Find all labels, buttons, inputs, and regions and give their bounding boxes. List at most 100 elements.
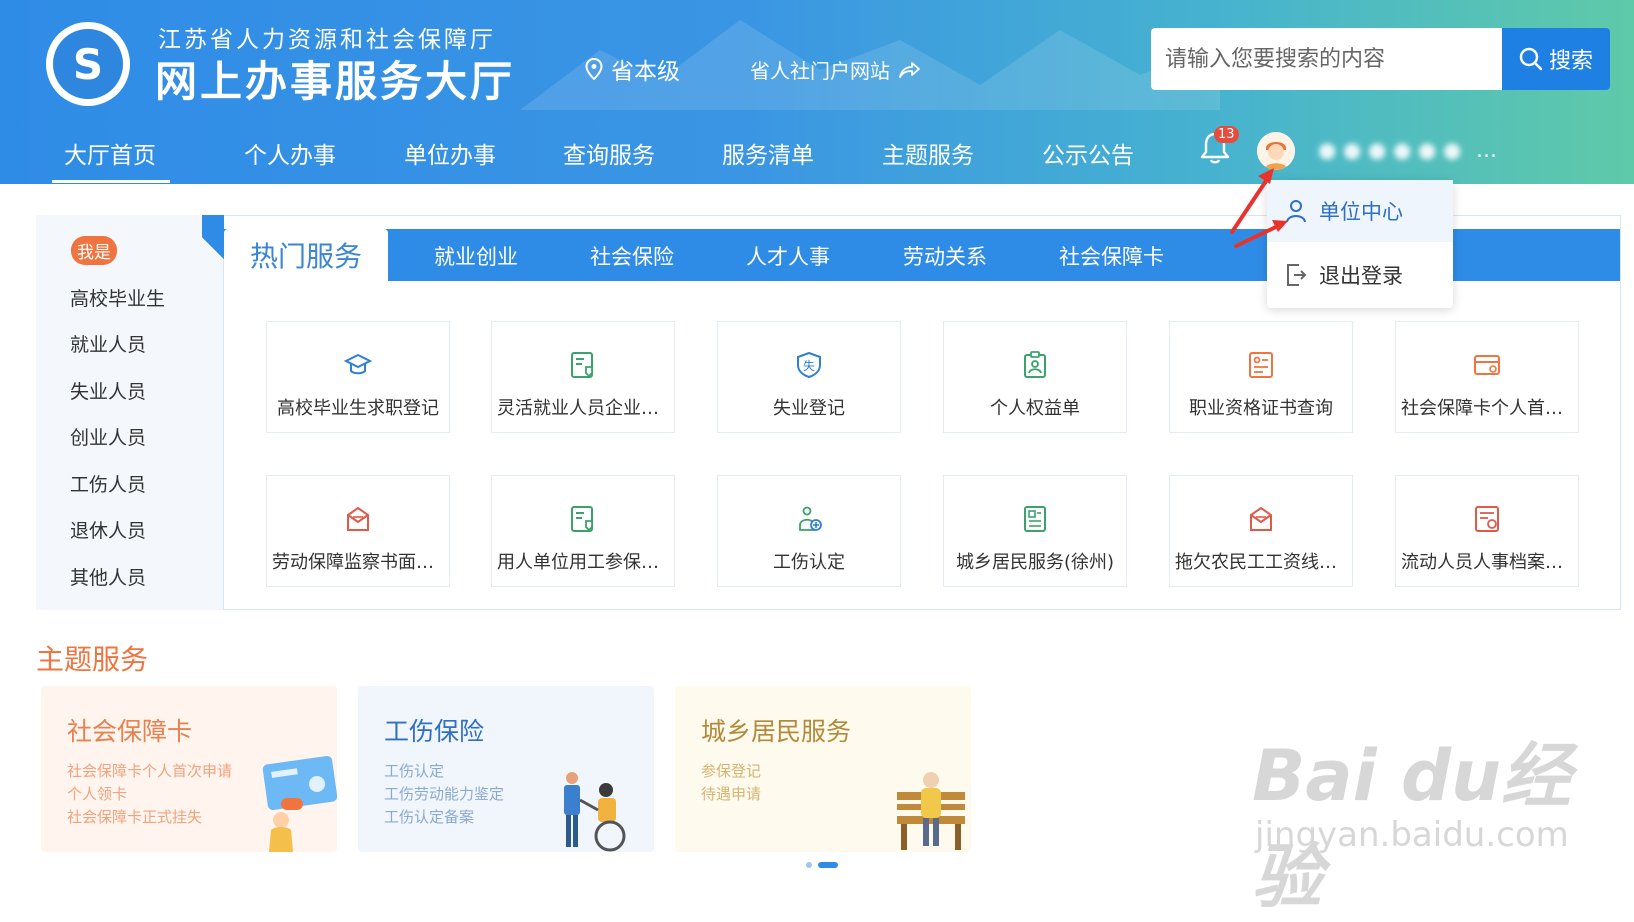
username-blurred[interactable]: ● ● ● ● ● ● — [1318, 138, 1461, 162]
service-card[interactable]: 失 失业登记 — [717, 321, 901, 433]
nav-unit[interactable]: 单位办事 — [404, 136, 496, 170]
theme-card-social-card[interactable]: 社会保障卡 社会保障卡个人首次申请 个人领卡 社会保障卡正式挂失 — [41, 686, 337, 852]
service-card[interactable]: 职业资格证书查询 — [1169, 321, 1353, 433]
service-card-label: 社会保障卡个人首次申领 — [1401, 398, 1573, 419]
theme-card-link[interactable]: 工伤认定 — [384, 760, 444, 781]
id-card-shield-icon — [568, 350, 598, 380]
sidebar-item-other[interactable]: 其他人员 — [70, 563, 146, 590]
theme-card-title: 城乡居民服务 — [701, 717, 852, 746]
service-card-label: 失业登记 — [773, 398, 845, 419]
graduation-cap-icon — [343, 350, 373, 380]
theme-card-resident-service[interactable]: 城乡居民服务 参保登记 待遇申请 — [675, 686, 971, 852]
portal-link[interactable]: 省人社门户网站 — [750, 55, 920, 84]
nav-home[interactable]: 大厅首页 — [52, 136, 170, 183]
injury-icon — [794, 504, 824, 534]
sidebar-item-entrepreneur[interactable]: 创业人员 — [70, 423, 146, 450]
theme-card-title: 社会保障卡 — [67, 717, 193, 746]
avatar-person-icon — [1257, 132, 1295, 170]
archive-icon — [1472, 504, 1502, 534]
service-card-label: 城乡居民服务(徐州) — [955, 552, 1115, 573]
service-card[interactable]: 高校毕业生求职登记 — [266, 321, 450, 433]
sidebar-item-injured[interactable]: 工伤人员 — [70, 470, 146, 497]
document-icon — [1020, 504, 1050, 534]
search-button[interactable]: 搜索 — [1502, 28, 1610, 90]
service-card[interactable]: 灵活就业人员企业职工基本养老保险参保登记 — [491, 321, 675, 433]
site-title: 网上办事服务大厅 — [155, 57, 516, 106]
search-input[interactable] — [1151, 28, 1502, 90]
theme-card-injury-insurance[interactable]: 工伤保险 工伤认定 工伤劳动能力鉴定 工伤认定备案 — [358, 686, 654, 852]
carousel-dot[interactable] — [806, 862, 812, 868]
sidebar-item-retired[interactable]: 退休人员 — [70, 516, 146, 543]
mail-box-icon — [343, 504, 373, 534]
service-card[interactable]: 个人权益单 — [943, 321, 1127, 433]
nav-theme[interactable]: 主题服务 — [882, 136, 974, 170]
tab-talent[interactable]: 人才人事 — [746, 241, 830, 271]
tab-employment[interactable]: 就业创业 — [434, 241, 518, 271]
menu-item-logout[interactable]: 退出登录 — [1267, 244, 1453, 306]
menu-item-label: 单位中心 — [1319, 200, 1403, 224]
service-card-label: 用人单位用工参保登记 — [497, 552, 669, 573]
theme-card-link[interactable]: 工伤劳动能力鉴定 — [384, 783, 504, 804]
nav-notice[interactable]: 公示公告 — [1042, 136, 1134, 170]
service-card[interactable]: 用人单位用工参保登记 — [491, 475, 675, 587]
share-arrow-icon — [899, 61, 920, 78]
service-card[interactable]: 流动人员人事档案查询 — [1395, 475, 1579, 587]
wheelchair-illustration-icon — [564, 772, 626, 852]
theme-card-link[interactable]: 社会保障卡正式挂失 — [67, 806, 202, 827]
sidebar — [36, 215, 224, 610]
theme-card-link[interactable]: 参保登记 — [701, 760, 761, 781]
service-card-label: 流动人员人事档案查询 — [1401, 552, 1573, 573]
service-card[interactable]: 社会保障卡个人首次申领 — [1395, 321, 1579, 433]
sidebar-item-unemployed[interactable]: 失业人员 — [70, 377, 146, 404]
region-selector[interactable]: 省本级 — [585, 52, 680, 86]
service-card[interactable]: 城乡居民服务(徐州) — [943, 475, 1127, 587]
whoami-badge: 我是 — [71, 236, 117, 265]
service-card[interactable]: 劳动保障监察书面投诉 — [266, 475, 450, 587]
elderly-bench-illustration-icon — [897, 772, 965, 850]
theme-card-link[interactable]: 个人领卡 — [67, 783, 127, 804]
theme-card-link[interactable]: 工伤认定备案 — [384, 806, 474, 827]
service-card-label: 高校毕业生求职登记 — [277, 398, 439, 419]
service-card-label: 工伤认定 — [773, 552, 845, 573]
theme-card-link[interactable]: 社会保障卡个人首次申请 — [67, 760, 232, 781]
service-card[interactable]: 拖欠农民工工资线索反映 — [1169, 475, 1353, 587]
theme-card-title: 工伤保险 — [384, 717, 485, 746]
service-card-label: 灵活就业人员企业职工基本养老保险参保登记 — [497, 398, 669, 419]
social-card-illustration-icon — [262, 755, 337, 852]
nav-query[interactable]: 查询服务 — [563, 136, 655, 170]
id-card-shield-icon — [568, 504, 598, 534]
search-bar: 搜索 — [1151, 28, 1610, 90]
tab-social-card[interactable]: 社会保障卡 — [1059, 241, 1164, 271]
carousel-dot-active[interactable] — [818, 862, 838, 868]
portal-link-label: 省人社门户网站 — [750, 59, 890, 83]
svg-text:失: 失 — [803, 358, 815, 373]
theme-card-link[interactable]: 待遇申请 — [701, 783, 761, 804]
service-card-label: 劳动保障监察书面投诉 — [272, 552, 444, 573]
service-card-label: 拖欠农民工工资线索反映 — [1175, 552, 1347, 573]
nav-service-list[interactable]: 服务清单 — [722, 136, 814, 170]
shield-shi-icon: 失 — [794, 350, 824, 380]
tab-labor-relations[interactable]: 劳动关系 — [903, 241, 987, 271]
service-card[interactable]: 工伤认定 — [717, 475, 901, 587]
sidebar-item-graduate[interactable]: 高校毕业生 — [70, 284, 165, 311]
sidebar-item-employed[interactable]: 就业人员 — [70, 330, 146, 357]
tab-hot-services[interactable]: 热门服务 — [224, 229, 388, 281]
menu-item-unit-center[interactable]: 单位中心 — [1267, 180, 1453, 242]
search-button-label: 搜索 — [1548, 49, 1593, 74]
region-label: 省本级 — [611, 59, 680, 85]
theme-section-title: 主题服务 — [36, 643, 149, 676]
clipboard-person-icon — [1020, 350, 1050, 380]
location-pin-icon — [585, 58, 603, 80]
service-card-label: 个人权益单 — [990, 398, 1080, 419]
mail-box-icon — [1246, 504, 1276, 534]
user-icon — [1286, 200, 1306, 223]
certificate-icon — [1246, 350, 1276, 380]
site-logo[interactable]: S — [46, 22, 130, 106]
logo-emblem-icon: S — [53, 29, 123, 99]
search-icon — [1519, 47, 1543, 71]
tab-social-insurance[interactable]: 社会保险 — [590, 241, 674, 271]
user-dropdown-menu: 单位中心 退出登录 — [1267, 180, 1453, 308]
notification-count-badge: 13 — [1214, 126, 1239, 143]
nav-personal[interactable]: 个人办事 — [244, 136, 336, 170]
user-avatar[interactable] — [1257, 132, 1295, 170]
